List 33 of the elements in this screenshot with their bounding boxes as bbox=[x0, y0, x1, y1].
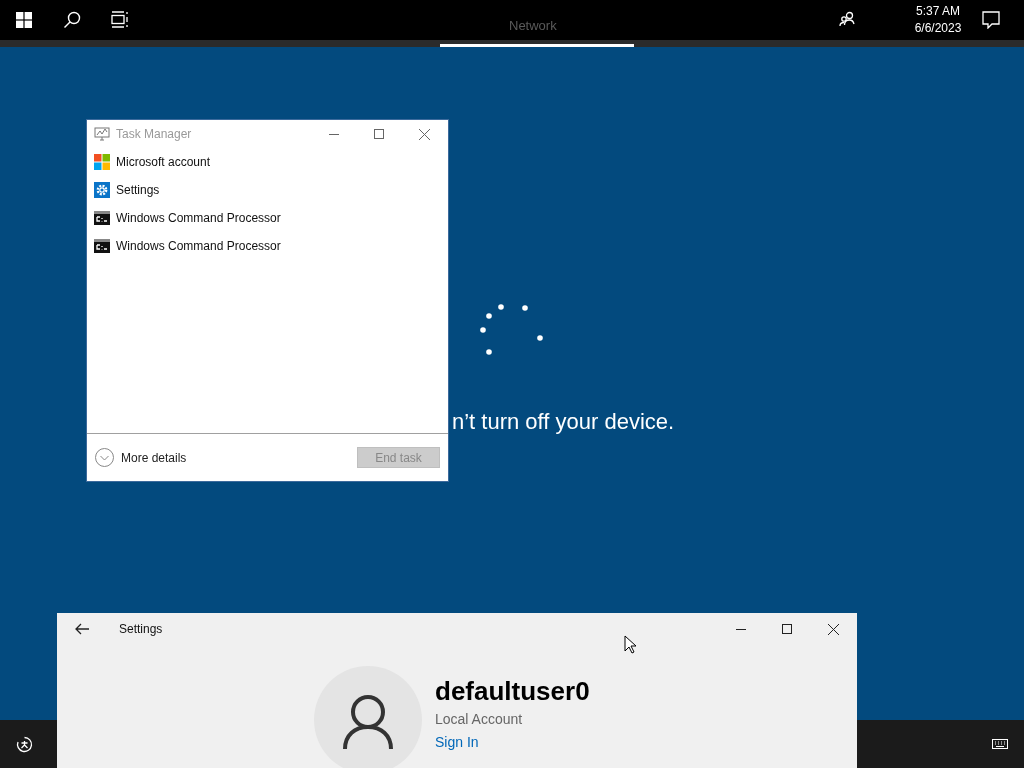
accessibility-icon[interactable] bbox=[16, 736, 33, 753]
sign-in-link[interactable]: Sign In bbox=[435, 732, 590, 753]
window-title: Task Manager bbox=[116, 126, 192, 143]
cursor-icon bbox=[624, 635, 636, 654]
app-list-item[interactable]: Settings bbox=[87, 176, 448, 204]
clock-time: 5:37 AM bbox=[916, 3, 960, 20]
more-details-link[interactable]: More details bbox=[121, 448, 187, 467]
chevron-down-icon[interactable] bbox=[95, 448, 114, 467]
search-icon[interactable] bbox=[63, 11, 81, 29]
start-icon[interactable] bbox=[16, 12, 32, 28]
task-view-icon[interactable] bbox=[111, 11, 129, 28]
app-list-item[interactable]: Windows Command Processor bbox=[87, 204, 448, 232]
notification-icon[interactable] bbox=[982, 11, 1000, 29]
app-list-item[interactable]: Windows Command Processor bbox=[87, 232, 448, 260]
four-squares-icon bbox=[94, 154, 110, 170]
account-type: Local Account bbox=[435, 710, 524, 729]
close-icon[interactable] bbox=[828, 623, 839, 635]
monitor-chart-icon bbox=[94, 127, 110, 141]
gear-icon bbox=[94, 182, 110, 198]
status-message: n’t turn off your device. bbox=[452, 408, 675, 436]
clock[interactable]: 5:37 AM 6/6/2023 bbox=[906, 3, 970, 37]
people-icon[interactable] bbox=[839, 11, 855, 27]
window-title: Settings bbox=[119, 621, 163, 638]
network-label: Network bbox=[509, 17, 557, 35]
maximize-icon[interactable] bbox=[782, 624, 792, 634]
app-list-item[interactable]: Microsoft account bbox=[87, 148, 448, 176]
console-icon bbox=[94, 211, 110, 225]
clock-date: 6/6/2023 bbox=[914, 20, 962, 37]
keyboard-icon[interactable] bbox=[992, 739, 1008, 749]
console-icon bbox=[94, 239, 110, 253]
user-name: defaultuser0 bbox=[435, 675, 590, 707]
loading-spinner-icon bbox=[478, 302, 546, 358]
back-arrow-icon[interactable] bbox=[75, 623, 89, 635]
